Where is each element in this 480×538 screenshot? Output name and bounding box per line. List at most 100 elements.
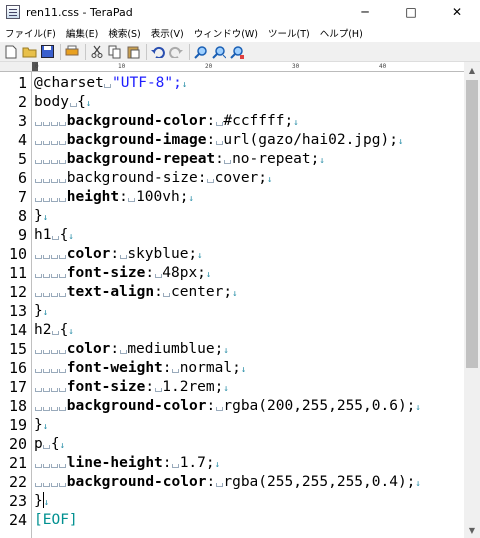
newline-marker: ↓ xyxy=(42,308,49,318)
line-number: 19 xyxy=(8,416,27,434)
redo-icon[interactable] xyxy=(168,44,184,60)
cut-icon[interactable] xyxy=(89,44,105,60)
property: font-size xyxy=(66,379,146,395)
toolbar-separator xyxy=(85,43,86,60)
space-marker xyxy=(59,369,67,373)
space-marker xyxy=(215,483,223,487)
value: mediumblue; xyxy=(127,341,224,357)
menu-file[interactable]: ファイル(F) xyxy=(0,26,61,40)
search-icon[interactable] xyxy=(193,44,209,60)
scroll-down-arrow-icon[interactable]: ▼ xyxy=(464,522,480,538)
line-number: 9 xyxy=(17,226,27,244)
newline-marker: ↓ xyxy=(267,175,273,185)
paste-icon[interactable] xyxy=(125,44,141,60)
maximize-button[interactable]: □ xyxy=(388,0,434,24)
space-marker xyxy=(163,293,171,297)
code-line-23: }↓ xyxy=(34,492,49,511)
menu-edit[interactable]: 編集(E) xyxy=(61,26,103,40)
newline-marker: ↓ xyxy=(214,460,221,470)
code-line-15: color: mediumblue;↓ xyxy=(34,340,229,359)
space-marker xyxy=(50,369,58,373)
value: cover; xyxy=(214,170,268,186)
undo-icon[interactable] xyxy=(150,44,166,60)
toolbar-separator xyxy=(146,43,147,60)
menu-help[interactable]: ヘルプ(H) xyxy=(315,26,368,40)
space-marker xyxy=(119,350,127,354)
value: 48px; xyxy=(162,265,206,281)
property: font-weight xyxy=(66,360,163,376)
text-editor[interactable]: @charset "UTF-8";↓ body {↓ background-colo… xyxy=(32,72,464,538)
value: normal; xyxy=(179,360,241,376)
search-next-icon[interactable] xyxy=(211,44,227,60)
newline-marker: ↓ xyxy=(181,80,188,90)
print-icon[interactable] xyxy=(64,44,80,60)
open-folder-icon[interactable] xyxy=(21,44,37,60)
save-icon[interactable] xyxy=(39,44,55,60)
indent-marker xyxy=(34,141,42,145)
newline-marker: ↓ xyxy=(68,232,74,242)
scroll-up-arrow-icon[interactable]: ▲ xyxy=(464,62,480,78)
newline-marker: ↓ xyxy=(43,498,50,508)
menu-window[interactable]: ウィンドウ(W) xyxy=(189,26,263,40)
space-marker xyxy=(59,274,67,278)
terapad-app-icon[interactable] xyxy=(6,5,20,19)
ruler-mark: 0 xyxy=(35,63,39,70)
space-marker xyxy=(42,141,50,145)
space-marker xyxy=(215,122,223,126)
new-file-icon[interactable] xyxy=(3,44,19,60)
newline-marker: ↓ xyxy=(205,270,212,280)
vertical-scrollbar[interactable]: ▲ ▼ xyxy=(464,62,480,538)
indent-marker xyxy=(34,350,42,354)
space-marker xyxy=(59,179,67,183)
code-line-16: font-weight: normal;↓ xyxy=(34,359,246,378)
minimize-button[interactable]: ─ xyxy=(342,0,388,24)
value: no-repeat; xyxy=(232,151,320,167)
title-bar: ren11.css - TeraPad ─ □ ✕ xyxy=(0,0,480,24)
menu-view[interactable]: 表示(V) xyxy=(146,26,189,40)
line-number: 14 xyxy=(8,321,27,339)
indent-marker xyxy=(34,293,42,297)
newline-marker: ↓ xyxy=(188,194,194,204)
space-marker xyxy=(50,179,58,183)
close-button[interactable]: ✕ xyxy=(434,0,480,24)
space-marker xyxy=(50,160,58,164)
menu-search[interactable]: 検索(S) xyxy=(103,26,145,40)
ruler-mark: 20 xyxy=(205,63,213,70)
space-marker xyxy=(50,483,58,487)
line-number: 17 xyxy=(8,378,27,396)
newline-marker: ↓ xyxy=(293,118,299,128)
code-line-2: body {↓ xyxy=(34,93,91,112)
space-marker xyxy=(215,407,223,411)
code-line-19: }↓ xyxy=(34,416,48,435)
at-rule: @charset xyxy=(34,75,104,91)
copy-icon[interactable] xyxy=(107,44,123,60)
indent-marker xyxy=(34,274,42,278)
space-marker xyxy=(50,388,58,392)
space-marker xyxy=(42,293,50,297)
property: background-color xyxy=(66,113,207,129)
indent-marker xyxy=(34,369,42,373)
value: rgba(200,255,255,0.6); xyxy=(223,398,416,414)
newline-marker: ↓ xyxy=(240,365,247,375)
space-marker xyxy=(50,464,58,468)
ruler-mark: 10 xyxy=(118,63,126,70)
string-value: "UTF-8"; xyxy=(112,75,182,91)
newline-marker: ↓ xyxy=(223,346,229,356)
ruler-corner xyxy=(0,62,32,72)
newline-marker: ↓ xyxy=(42,213,49,223)
space-marker xyxy=(50,255,58,259)
space-marker xyxy=(215,141,223,145)
scrollbar-thumb[interactable] xyxy=(466,80,478,368)
menu-tools[interactable]: ツール(T) xyxy=(263,26,315,40)
brace: { xyxy=(77,94,86,110)
window-title: ren11.css - TeraPad xyxy=(26,5,133,19)
space-marker xyxy=(52,236,60,240)
space-marker xyxy=(154,274,162,278)
brace: } xyxy=(34,303,43,319)
code-line-14: h2 {↓ xyxy=(34,321,74,340)
code-line-5: background-repeat: no-repeat;↓ xyxy=(34,150,325,169)
replace-icon[interactable] xyxy=(229,44,245,60)
line-number: 7 xyxy=(17,188,27,206)
space-marker xyxy=(42,160,50,164)
line-number: 10 xyxy=(8,245,27,263)
